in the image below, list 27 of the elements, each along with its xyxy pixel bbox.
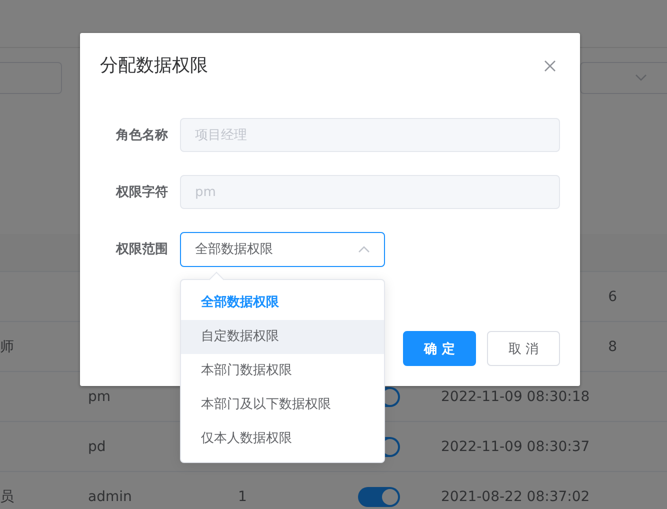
dropdown-option[interactable]: 全部数据权限 <box>181 286 384 320</box>
dialog-title: 分配数据权限 <box>100 54 208 78</box>
dropdown-option[interactable]: 自定数据权限 <box>181 320 384 354</box>
table-cell: 师 <box>0 338 14 356</box>
table-cell: pd <box>88 438 106 454</box>
table-cell: 1 <box>238 488 247 504</box>
confirm-button[interactable]: 确 定 <box>403 331 476 366</box>
toggle-switch[interactable] <box>358 486 400 506</box>
dropdown-option[interactable]: 本部门及以下数据权限 <box>181 388 384 422</box>
table-cell: 2021-08-22 08:37:02 <box>441 488 590 504</box>
table-cell: admin <box>88 488 132 504</box>
chevron-down-icon <box>635 74 647 82</box>
table-cell: pm <box>88 388 111 404</box>
table-cell: 8 <box>608 338 617 354</box>
chevron-up-icon <box>358 246 370 252</box>
field-label: 权限范围 <box>114 241 169 258</box>
select-field[interactable]: 全部数据权限 <box>180 232 385 266</box>
table-cell: 员 <box>0 488 14 506</box>
field-label: 权限字符 <box>114 184 169 201</box>
table-cell: 6 <box>608 288 617 304</box>
cancel-button[interactable]: 取 消 <box>487 331 560 366</box>
dropdown-option[interactable]: 仅本人数据权限 <box>181 422 384 456</box>
table-cell: 2022-11-09 08:30:18 <box>441 388 590 404</box>
dropdown-option[interactable]: 本部门数据权限 <box>181 354 384 388</box>
field-label: 角色名称 <box>114 127 169 144</box>
table-cell: 2022-11-09 08:30:37 <box>441 438 590 454</box>
close-icon[interactable] <box>544 60 556 72</box>
